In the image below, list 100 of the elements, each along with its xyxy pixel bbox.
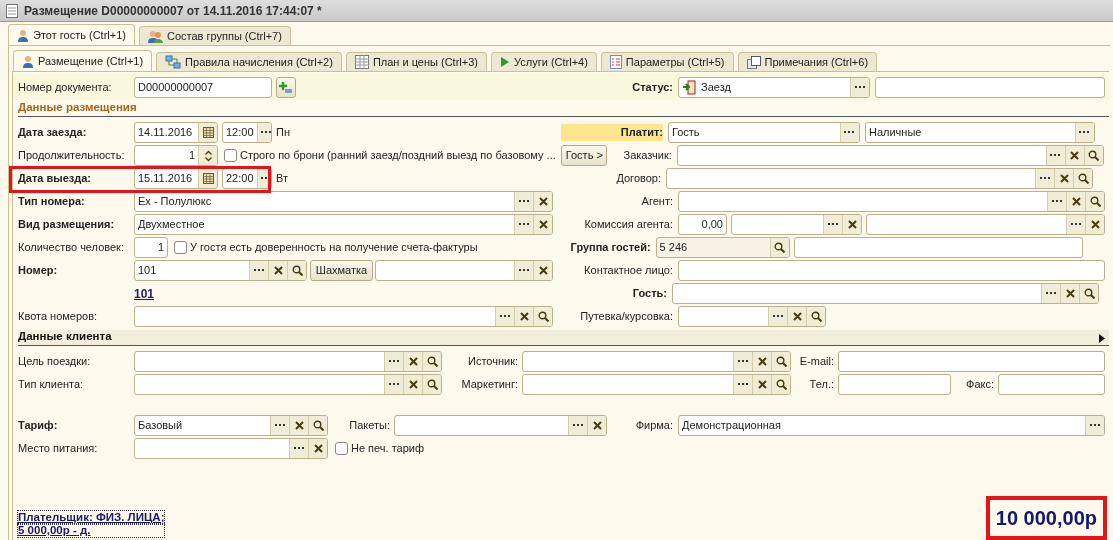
input-field[interactable]: Двухместное: [134, 214, 553, 235]
search-button[interactable]: [769, 238, 789, 257]
select-button[interactable]: [256, 123, 271, 142]
input-field[interactable]: D00000000007: [134, 76, 272, 98]
expand-icon[interactable]: [1099, 334, 1105, 343]
select-button[interactable]: [384, 352, 403, 371]
search-button[interactable]: [1085, 192, 1104, 211]
select-button[interactable]: [568, 416, 587, 435]
clear-button[interactable]: [403, 352, 422, 371]
push-button[interactable]: Гость >: [560, 145, 607, 166]
input-field[interactable]: 12:00: [222, 122, 272, 143]
input-field[interactable]: 1: [134, 145, 218, 166]
tab[interactable]: Состав группы (Ctrl+7): [139, 26, 291, 45]
input-field[interactable]: 0,00: [678, 214, 727, 235]
search-button[interactable]: [533, 307, 552, 326]
input-field[interactable]: [522, 351, 791, 372]
select-button[interactable]: [850, 77, 869, 97]
search-button[interactable]: [771, 375, 790, 394]
search-button[interactable]: [287, 261, 306, 280]
tab[interactable]: План и цены (Ctrl+3): [345, 52, 487, 71]
input-field[interactable]: [866, 214, 1105, 235]
input-field[interactable]: [838, 351, 1105, 372]
search-button[interactable]: [308, 416, 327, 435]
clear-button[interactable]: [1054, 169, 1073, 188]
select-button[interactable]: [1085, 416, 1104, 435]
select-button[interactable]: [1041, 284, 1061, 303]
select-button[interactable]: [289, 439, 308, 458]
payer-link[interactable]: 5 000,00р - д.: [18, 524, 165, 538]
clear-button[interactable]: [308, 439, 327, 458]
select-button[interactable]: [768, 307, 787, 326]
select-button[interactable]: [514, 215, 533, 234]
input-field[interactable]: [672, 283, 1100, 304]
checkbox[interactable]: [224, 149, 237, 162]
select-button[interactable]: [514, 192, 533, 211]
search-button[interactable]: [422, 352, 441, 371]
select-button[interactable]: [1075, 123, 1094, 142]
input-field[interactable]: [394, 415, 607, 436]
input-field[interactable]: 15.11.2016: [134, 168, 218, 189]
calendar-button[interactable]: [198, 169, 217, 188]
select-button[interactable]: [384, 375, 403, 394]
clear-button[interactable]: [514, 307, 533, 326]
select-button[interactable]: [1066, 215, 1085, 234]
input-field[interactable]: [838, 374, 951, 395]
clear-button[interactable]: [533, 192, 552, 211]
input-field[interactable]: [666, 168, 1093, 189]
input-field[interactable]: [134, 306, 553, 327]
select-button[interactable]: [840, 123, 859, 142]
input-field[interactable]: Заезд: [678, 76, 870, 98]
spin-button[interactable]: [198, 146, 217, 165]
input-field[interactable]: [793, 237, 1083, 258]
clear-button[interactable]: [752, 375, 771, 394]
input-field[interactable]: [678, 260, 1105, 281]
tab[interactable]: Услуги (Ctrl+4): [491, 52, 597, 71]
clear-button[interactable]: [842, 215, 861, 234]
select-button[interactable]: [823, 215, 842, 234]
input-field[interactable]: [676, 145, 1104, 166]
select-button[interactable]: [249, 261, 268, 280]
select-button[interactable]: [270, 416, 289, 435]
tab[interactable]: Размещение (Ctrl+1): [13, 50, 153, 71]
input-field[interactable]: 14.11.2016: [134, 122, 218, 143]
search-button[interactable]: [806, 307, 825, 326]
input-field[interactable]: [731, 214, 862, 235]
input-field[interactable]: 101: [134, 260, 307, 281]
search-button[interactable]: [422, 375, 441, 394]
add-button[interactable]: [276, 76, 296, 98]
clear-button[interactable]: [289, 416, 308, 435]
select-button[interactable]: [514, 261, 533, 280]
select-button[interactable]: [733, 375, 752, 394]
tab[interactable]: Этот гость (Ctrl+1): [8, 24, 135, 45]
clear-button[interactable]: [533, 261, 552, 280]
input-field[interactable]: Демонстрационная: [678, 415, 1105, 436]
clear-button[interactable]: [787, 307, 806, 326]
room-link[interactable]: 101: [134, 284, 155, 303]
tab[interactable]: Примечания (Ctrl+6): [737, 52, 878, 71]
clear-button[interactable]: [1060, 284, 1080, 303]
input-field[interactable]: [678, 306, 826, 327]
search-button[interactable]: [1079, 284, 1099, 303]
input-field[interactable]: 1: [134, 237, 168, 258]
input-field[interactable]: [522, 374, 791, 395]
select-button[interactable]: [1047, 192, 1066, 211]
search-button[interactable]: [1073, 169, 1092, 188]
select-button[interactable]: [1035, 169, 1054, 188]
clear-button[interactable]: [403, 375, 422, 394]
tab[interactable]: Параметры (Ctrl+5): [600, 52, 734, 71]
tab[interactable]: Правила начисления (Ctrl+2): [156, 52, 342, 71]
clear-button[interactable]: [587, 416, 606, 435]
clear-button[interactable]: [268, 261, 287, 280]
input-field[interactable]: [134, 351, 442, 372]
input-field[interactable]: [998, 374, 1105, 395]
clear-button[interactable]: [1066, 192, 1085, 211]
checkbox[interactable]: [335, 442, 348, 455]
input-field[interactable]: [134, 438, 328, 459]
input-field[interactable]: [678, 191, 1105, 212]
input-field[interactable]: [875, 76, 1105, 98]
push-button[interactable]: Шахматка: [310, 260, 373, 281]
input-field[interactable]: Наличные: [865, 122, 1095, 143]
calendar-button[interactable]: [198, 123, 217, 142]
clear-button[interactable]: [752, 352, 771, 371]
clear-button[interactable]: [533, 215, 552, 234]
input-field[interactable]: Гость: [668, 122, 860, 143]
